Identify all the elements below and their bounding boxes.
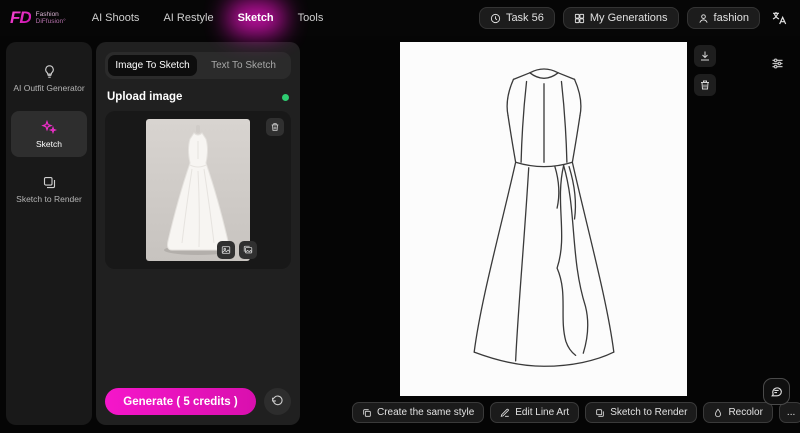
adjustments-panel-toggle[interactable] xyxy=(766,52,788,74)
delete-upload-button[interactable] xyxy=(266,118,284,136)
toolbar-label: Sketch to Render xyxy=(610,407,688,418)
toolbar-label: Create the same style xyxy=(377,407,475,418)
nav-sketch[interactable]: Sketch xyxy=(227,1,284,35)
gallery-icon xyxy=(243,245,253,255)
my-generations-button[interactable]: My Generations xyxy=(562,7,679,29)
mode-tabs: Image To Sketch Text To Sketch xyxy=(105,52,291,79)
toolbar-label: Edit Line Art xyxy=(515,407,570,418)
nav-label: Sketch xyxy=(237,12,274,24)
generate-button[interactable]: Generate ( 5 credits ) xyxy=(105,388,256,415)
sidebar: AI Outfit Generator Sketch Sketch to Ren… xyxy=(6,42,92,425)
clock-icon xyxy=(490,13,501,24)
main-nav: AI Shoots AI Restyle Sketch Tools xyxy=(82,1,334,35)
bottom-toolbar: Create the same style Edit Line Art Sket… xyxy=(352,402,800,423)
sidebar-item-ai-outfit-generator[interactable]: AI Outfit Generator xyxy=(11,56,87,101)
grid-icon xyxy=(574,13,585,24)
tab-label: Image To Sketch xyxy=(115,60,190,71)
brand[interactable]: FD Fashion DiFfusion° xyxy=(10,8,66,28)
sidebar-item-label: Sketch xyxy=(36,139,62,149)
download-icon xyxy=(699,50,711,62)
recolor-icon xyxy=(713,408,723,418)
nav-label: Tools xyxy=(297,12,324,24)
nav-ai-restyle[interactable]: AI Restyle xyxy=(153,7,223,29)
translate-icon[interactable] xyxy=(768,7,790,29)
task-label: Task 56 xyxy=(505,12,544,24)
uploaded-dress-photo[interactable] xyxy=(146,119,250,261)
trash-icon xyxy=(699,79,711,91)
task-button[interactable]: Task 56 xyxy=(478,7,555,29)
tab-label: Text To Sketch xyxy=(211,60,276,71)
replace-image-button[interactable] xyxy=(239,241,257,259)
layers-icon xyxy=(42,175,57,190)
more-icon: ... xyxy=(786,407,796,418)
panel-spacer xyxy=(105,269,291,388)
brand-line2: DiFfusion° xyxy=(35,18,66,25)
sliders-icon xyxy=(770,56,785,71)
more-options-button[interactable]: ... xyxy=(778,402,800,423)
brand-line1: Fashion xyxy=(35,11,59,18)
recolor-button[interactable]: Recolor xyxy=(703,402,773,423)
nav-ai-shoots[interactable]: AI Shoots xyxy=(82,7,150,29)
sidebar-item-label: AI Outfit Generator xyxy=(13,83,85,93)
uploaded-image-container[interactable] xyxy=(105,111,291,269)
result-canvas[interactable] xyxy=(400,42,687,396)
view-image-button[interactable] xyxy=(217,241,235,259)
sidebar-item-label: Sketch to Render xyxy=(16,194,82,204)
sidebar-item-sketch-to-render[interactable]: Sketch to Render xyxy=(11,167,87,212)
reset-button[interactable] xyxy=(264,388,291,415)
sketch-panel: Image To Sketch Text To Sketch Upload im… xyxy=(96,42,300,425)
chat-icon xyxy=(770,385,783,398)
generate-row: Generate ( 5 credits ) xyxy=(105,388,291,415)
feedback-chat-button[interactable] xyxy=(763,378,790,405)
upload-header: Upload image xyxy=(107,91,289,103)
toolbar-label: Recolor xyxy=(728,407,763,418)
pen-icon xyxy=(500,408,510,418)
nav-label: AI Shoots xyxy=(91,12,140,24)
copy-icon xyxy=(362,408,372,418)
generations-label: My Generations xyxy=(589,12,668,24)
thumb-actions xyxy=(217,241,257,259)
account-label: fashion xyxy=(713,12,749,24)
rotate-ccw-icon xyxy=(271,395,284,408)
download-button[interactable] xyxy=(694,45,716,67)
upload-status-dot xyxy=(282,93,289,101)
lightbulb-icon xyxy=(42,64,57,79)
sidebar-item-sketch[interactable]: Sketch xyxy=(11,111,87,157)
header: FD Fashion DiFfusion° AI Shoots AI Resty… xyxy=(0,0,800,36)
image-icon xyxy=(221,245,231,255)
sketch-to-render-button[interactable]: Sketch to Render xyxy=(585,402,698,423)
user-icon xyxy=(698,13,709,24)
header-actions: Task 56 My Generations fashion xyxy=(478,7,790,29)
brand-name: Fashion DiFfusion° xyxy=(36,11,66,25)
upload-label: Upload image xyxy=(107,91,183,103)
nav-tools[interactable]: Tools xyxy=(288,7,334,29)
nav-label: AI Restyle xyxy=(163,12,214,24)
tab-image-to-sketch[interactable]: Image To Sketch xyxy=(108,55,197,76)
sparkles-icon xyxy=(41,119,57,135)
canvas-actions xyxy=(694,45,716,96)
account-button[interactable]: fashion xyxy=(686,7,760,29)
dress-line-art xyxy=(473,68,614,367)
dress-photo-graphic xyxy=(146,119,250,261)
delete-result-button[interactable] xyxy=(694,74,716,96)
layers-icon xyxy=(595,408,605,418)
brand-logo: FD xyxy=(10,8,32,27)
create-same-style-button[interactable]: Create the same style xyxy=(352,402,485,423)
edit-line-art-button[interactable]: Edit Line Art xyxy=(490,402,580,423)
tab-text-to-sketch[interactable]: Text To Sketch xyxy=(199,55,288,76)
trash-icon xyxy=(270,122,280,132)
